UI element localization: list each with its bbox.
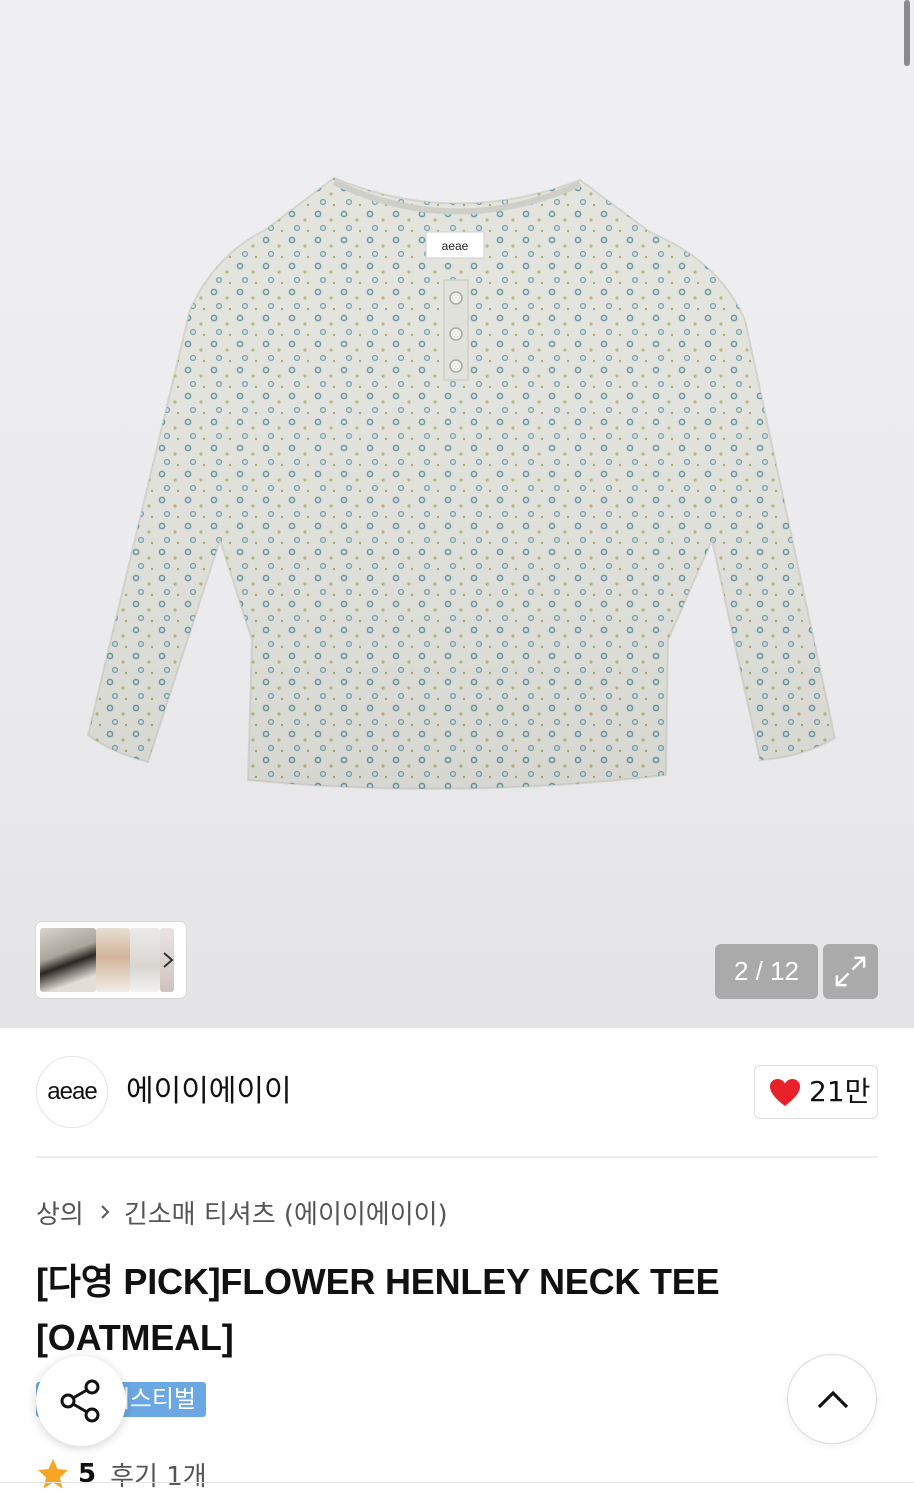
divider: [0, 1482, 914, 1483]
product-photo: aeae: [86, 176, 837, 790]
like-count: 21만: [809, 1075, 871, 1108]
product-image-gallery[interactable]: aeae 2 / 12: [0, 0, 914, 1028]
brand-logo[interactable]: aeae: [36, 1056, 108, 1128]
chevron-up-icon: [817, 1390, 849, 1409]
expand-icon: [835, 956, 866, 987]
brand-name[interactable]: 에이이에이이: [126, 1070, 292, 1114]
rating-row[interactable]: 5 후기 1개: [36, 1454, 207, 1494]
image-counter: 2 / 12: [715, 944, 818, 999]
expand-button[interactable]: [823, 944, 878, 999]
review-count-link[interactable]: 후기 1개: [110, 1456, 207, 1493]
chevron-right-icon: [101, 1205, 110, 1219]
page-scrollbar[interactable]: [904, 0, 910, 66]
star-icon: [38, 1459, 68, 1489]
heart-icon: [770, 1079, 800, 1106]
chevron-right-icon[interactable]: [158, 950, 178, 970]
rating-score: 5: [78, 1459, 97, 1489]
product-title: [다영 PICK]FLOWER HENLEY NECK TEE [OATMEAL…: [36, 1261, 720, 1358]
breadcrumb: 상의 긴소매 티셔츠 (에이이에이이): [36, 1192, 448, 1232]
like-button[interactable]: 21만: [754, 1065, 878, 1119]
scroll-top-button[interactable]: [787, 1354, 877, 1444]
thumbnail-image[interactable]: [40, 928, 96, 992]
share-icon: [60, 1379, 100, 1423]
breadcrumb-item-subcategory[interactable]: 긴소매 티셔츠 (에이이에이이): [124, 1194, 448, 1231]
thumbnail-image[interactable]: [130, 928, 160, 992]
thumbnail-image[interactable]: [96, 928, 130, 992]
neck-label: aeae: [442, 239, 469, 253]
divider: [36, 1156, 878, 1158]
share-button[interactable]: [36, 1356, 126, 1446]
breadcrumb-item-category[interactable]: 상의: [36, 1194, 84, 1231]
